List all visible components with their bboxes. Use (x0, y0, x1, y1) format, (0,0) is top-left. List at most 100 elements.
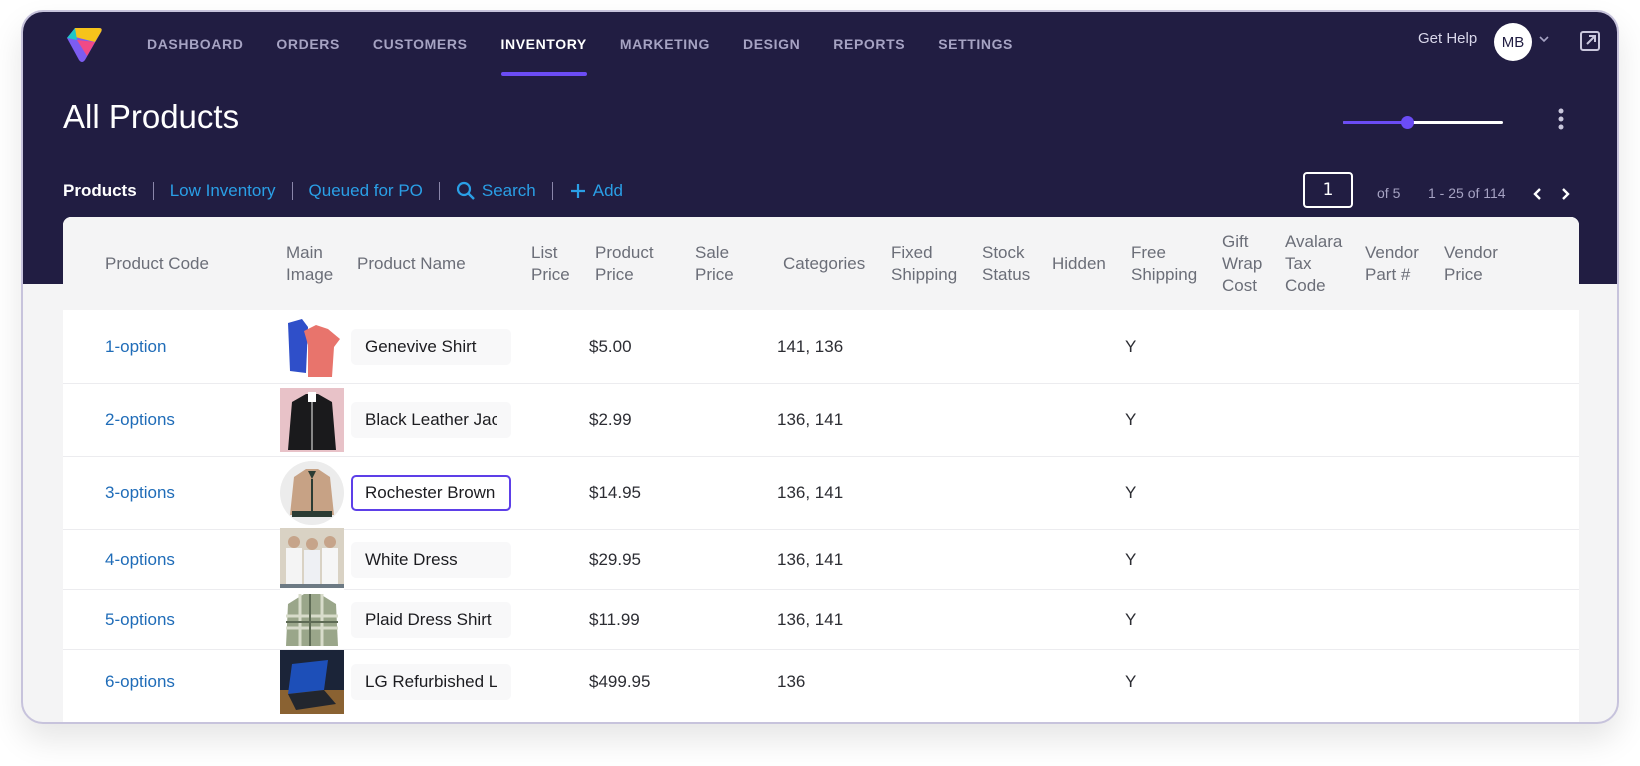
divider (291, 182, 293, 200)
table-row[interactable]: 5-options $11.99 136, 141 Y (63, 587, 1579, 652)
total-pages: of 5 (1377, 185, 1401, 201)
page-number-input[interactable] (1303, 172, 1353, 208)
table-row[interactable]: 4-options $29.95 136, 141 Y (63, 527, 1579, 592)
column-header-vendor-price[interactable]: Vendor Price (1444, 217, 1514, 310)
product-price-cell: $499.95 (589, 671, 651, 691)
divider (438, 182, 440, 200)
categories-cell: 141, 136 (777, 336, 844, 356)
plus-icon (570, 184, 585, 198)
search-label: Search (481, 181, 536, 200)
slider-fill (1343, 121, 1407, 124)
table-row[interactable]: 6-options $499.95 136 Y (63, 649, 1579, 714)
main-nav: DASHBOARD ORDERS CUSTOMERS INVENTORY MARKETI… (147, 12, 1046, 76)
search-icon (456, 181, 475, 200)
product-name-input[interactable] (351, 475, 511, 511)
product-code-cell: 4-options (105, 530, 175, 589)
categories-cell: 136, 141 (777, 609, 844, 629)
column-header-fixed-shipping[interactable]: Fixed Shipping (891, 217, 971, 310)
brand-logo-icon[interactable] (61, 22, 105, 66)
product-code-link[interactable]: 4-options (105, 550, 175, 570)
app-window: DASHBOARD ORDERS CUSTOMERS INVENTORY MARKETI… (21, 10, 1619, 724)
brown-jacket-image[interactable] (280, 461, 344, 525)
search-button[interactable]: Search (456, 181, 536, 201)
categories-cell: 136, 141 (777, 410, 844, 429)
product-name-input[interactable] (351, 328, 511, 365)
product-code-link[interactable]: 1-option (105, 337, 166, 357)
black-jacket-image[interactable] (280, 388, 344, 452)
add-label: Add (592, 181, 623, 200)
laptop-image[interactable] (280, 649, 344, 714)
free-shipping-cell: Y (1125, 549, 1137, 569)
product-price-cell: $11.99 (589, 609, 640, 629)
product-price-cell: $5.00 (589, 336, 632, 356)
free-shipping-cell: Y (1125, 671, 1137, 691)
nav-item-design[interactable]: DESIGN (743, 12, 800, 76)
nav-item-customers[interactable]: CUSTOMERS (373, 12, 468, 76)
shirts-image[interactable] (280, 314, 344, 379)
product-name-input[interactable] (351, 663, 511, 700)
categories-cell: 136, 141 (777, 549, 844, 569)
product-code-link[interactable]: 6-options (105, 672, 175, 692)
subnav-queued-for-po[interactable]: Queued for PO (309, 181, 423, 201)
product-name-input[interactable] (351, 402, 511, 438)
table-header: Product Code Main Image Product Name List P… (63, 217, 1579, 310)
column-header-stock-status[interactable]: Stock Status (982, 217, 1042, 310)
user-avatar[interactable]: MB (1494, 23, 1532, 61)
product-code-cell: 3-options (105, 457, 175, 529)
column-header-product-name[interactable]: Product Name (357, 217, 466, 310)
sub-nav: Products Low Inventory Queued for PO Sea… (63, 178, 623, 204)
chevron-down-icon[interactable] (1537, 32, 1551, 46)
add-button[interactable]: Add (569, 181, 623, 201)
column-header-free-shipping[interactable]: Free Shipping (1131, 217, 1211, 310)
nav-item-reports[interactable]: REPORTS (833, 12, 905, 76)
subnav-low-inventory[interactable]: Low Inventory (170, 181, 276, 201)
record-range: 1 - 25 of 114 (1428, 185, 1506, 201)
subnav-products[interactable]: Products (63, 181, 137, 201)
product-name-input[interactable] (351, 601, 511, 638)
column-header-product-code[interactable]: Product Code (105, 217, 209, 310)
page-title: All Products (63, 98, 240, 135)
categories-cell: 136 (777, 671, 806, 691)
column-header-list-price[interactable]: List Price (531, 217, 581, 310)
table-row[interactable]: 2-options $2.99 136, 141 Y (63, 383, 1579, 456)
divider (551, 182, 553, 200)
free-shipping-cell: Y (1125, 410, 1137, 429)
product-price-cell: $2.99 (589, 410, 632, 429)
column-header-main-image[interactable]: Main Image (286, 217, 342, 310)
nav-item-orders[interactable]: ORDERS (276, 12, 340, 76)
column-header-avalara-tax-code[interactable]: Avalara Tax Code (1285, 217, 1355, 310)
product-name-input[interactable] (351, 541, 511, 578)
chevron-left-icon[interactable] (1530, 186, 1544, 202)
table-row[interactable]: 1-option $5.00 141, 136 Y (63, 310, 1579, 383)
product-code-cell: 6-options (105, 650, 175, 713)
column-header-hidden[interactable]: Hidden (1052, 217, 1106, 310)
external-link-icon[interactable] (1579, 30, 1601, 52)
products-table: Product Code Main Image Product Name List P… (63, 217, 1579, 722)
zoom-slider[interactable] (1343, 116, 1503, 130)
column-header-categories[interactable]: Categories (783, 217, 865, 310)
table-row[interactable]: 3-options $14.95 136, 141 Y (63, 456, 1579, 529)
free-shipping-cell: Y (1125, 609, 1137, 629)
nav-item-marketing[interactable]: MARKETING (620, 12, 710, 76)
product-code-link[interactable]: 5-options (105, 610, 175, 630)
product-code-link[interactable]: 3-options (105, 483, 175, 503)
nav-item-settings[interactable]: SETTINGS (938, 12, 1013, 76)
product-code-cell: 1-option (105, 310, 166, 383)
product-code-link[interactable]: 2-options (105, 410, 175, 430)
divider (152, 182, 154, 200)
column-header-gift-wrap-cost[interactable]: Gift Wrap Cost (1222, 217, 1272, 310)
column-header-sale-price[interactable]: Sale Price (695, 217, 755, 310)
product-price-cell: $14.95 (589, 483, 641, 502)
plaid-shirt-image[interactable] (280, 587, 344, 652)
product-code-cell: 2-options (105, 384, 175, 456)
nav-item-inventory[interactable]: INVENTORY (500, 12, 588, 76)
chevron-right-icon[interactable] (1559, 186, 1573, 202)
product-price-cell: $29.95 (589, 549, 641, 569)
nav-item-dashboard[interactable]: DASHBOARD (147, 12, 243, 76)
column-header-vendor-part[interactable]: Vendor Part # (1365, 217, 1435, 310)
get-help-link[interactable]: Get Help (1418, 30, 1477, 47)
white-dress-image[interactable] (280, 527, 344, 592)
slider-thumb[interactable] (1401, 116, 1414, 129)
more-options-icon[interactable] (1556, 107, 1566, 131)
column-header-product-price[interactable]: Product Price (595, 217, 675, 310)
